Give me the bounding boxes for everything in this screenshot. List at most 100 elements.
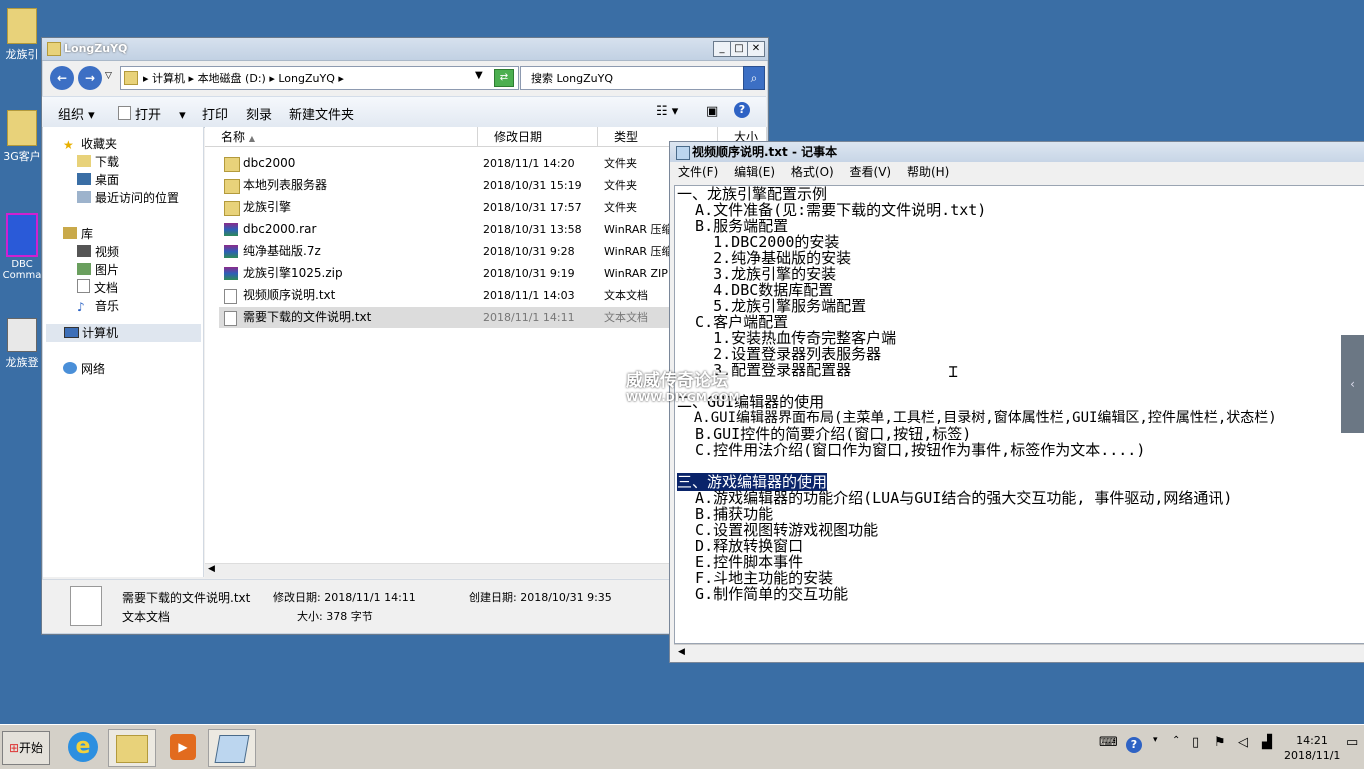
clock[interactable]: 14:21 2018/11/1	[1284, 733, 1340, 763]
scroll-left-icon[interactable]: ◀	[208, 564, 215, 574]
folder-icon	[124, 71, 138, 85]
desktop-icon-dbc-commander[interactable]: DBC Comma	[0, 213, 44, 281]
keyboard-icon[interactable]: ⌨	[1099, 735, 1118, 750]
show-desktop-icon[interactable]: ▭	[1346, 735, 1358, 750]
clock-date: 2018/11/1	[1284, 749, 1341, 762]
window-title: LongZuYQ	[64, 42, 128, 55]
action-center-flag-icon[interactable]: ⚑	[1214, 735, 1226, 750]
nav-downloads[interactable]: 下载	[77, 153, 119, 170]
search-button[interactable]: ⌕	[743, 66, 765, 90]
text-file-icon	[224, 311, 237, 326]
desktop-icon-3g-client[interactable]: 3G客户	[0, 110, 44, 164]
navigation-pane: ★ 收藏夹 下载 桌面 最近访问的位置 库 视频 图片 文档 ♪ 音乐 计算机 网络	[43, 127, 204, 577]
open-button[interactable]: 打开 ▾	[118, 104, 186, 123]
menu-format[interactable]: 格式(O)	[791, 165, 834, 179]
breadcrumb-item[interactable]: 本地磁盘 (D:)	[198, 72, 266, 85]
video-icon	[77, 245, 91, 257]
desktop-icon	[77, 173, 91, 185]
menu-file[interactable]: 文件(F)	[678, 165, 718, 179]
nav-desktop[interactable]: 桌面	[77, 171, 119, 188]
scroll-left-icon[interactable]: ◀	[678, 647, 685, 657]
view-options-icon[interactable]: ☷ ▾	[656, 104, 678, 119]
taskbar-media-player[interactable]: ▶	[160, 729, 206, 765]
breadcrumb-item[interactable]: LongZuYQ	[278, 72, 335, 85]
notepad-text-area[interactable]: 一、龙族引擎配置示例 A.文件准备(见:需要下载的文件说明.txt) B.服务端…	[674, 185, 1364, 644]
minimize-button[interactable]: _	[713, 41, 731, 57]
show-hidden-icons-icon[interactable]: ⌃	[1172, 735, 1180, 746]
nav-music[interactable]: ♪ 音乐	[77, 297, 119, 314]
address-dropdown-icon[interactable]: ▼	[475, 70, 483, 81]
new-folder-button[interactable]: 新建文件夹	[289, 104, 354, 123]
menu-view[interactable]: 查看(V)	[850, 165, 892, 179]
search-input[interactable]: 搜索 LongZuYQ	[520, 66, 744, 90]
desktop-icon-label: 龙族登	[5, 356, 39, 369]
watermark-title: 威威传奇论坛	[626, 371, 728, 391]
text-line: 4.DBC数据库配置	[677, 281, 834, 299]
text-line: B.服务端配置	[677, 217, 789, 235]
nav-pictures[interactable]: 图片	[77, 261, 119, 278]
nav-recent-places[interactable]: 最近访问的位置	[77, 189, 179, 206]
menu-help[interactable]: 帮助(H)	[907, 165, 949, 179]
notepad-titlebar[interactable]: 视频顺序说明.txt - 记事本	[670, 142, 1364, 162]
volume-icon[interactable]: ◁	[1238, 735, 1248, 750]
menu-edit[interactable]: 编辑(E)	[734, 165, 775, 179]
column-header-modified[interactable]: 修改日期	[478, 127, 598, 147]
nav-computer[interactable]: 计算机	[46, 324, 201, 342]
explorer-titlebar[interactable]: LongZuYQ _ □ ✕	[42, 38, 768, 61]
nav-libraries[interactable]: 库	[63, 225, 93, 242]
nav-documents[interactable]: 文档	[77, 279, 118, 296]
organize-button[interactable]: 组织 ▾	[58, 104, 95, 123]
recent-pages-dropdown-icon[interactable]: ▽	[105, 71, 112, 81]
taskbar-internet-explorer[interactable]: e	[60, 729, 106, 765]
folder-icon	[47, 42, 61, 56]
burn-button[interactable]: 刻录	[246, 104, 272, 123]
text-line: 2.设置登录器列表服务器	[677, 345, 882, 363]
refresh-button[interactable]: ⇄	[494, 69, 514, 87]
text-line: A.GUI编辑器界面布局(主菜单,工具栏,目录树,窗体属性栏,GUI编辑区,控件…	[677, 410, 1277, 426]
back-button[interactable]: ←	[50, 66, 74, 90]
address-bar[interactable]: ▸ 计算机 ▸ 本地磁盘 (D:) ▸ LongZuYQ ▸ ▼	[120, 66, 519, 90]
winrar-archive-icon	[224, 267, 238, 280]
nav-videos[interactable]: 视频	[77, 243, 119, 260]
search-placeholder: 搜索 LongZuYQ	[531, 72, 614, 85]
breadcrumb-item[interactable]: 计算机	[152, 72, 185, 85]
side-panel-toggle[interactable]: ‹	[1341, 335, 1364, 433]
picture-icon	[77, 263, 91, 275]
text-line: F.斗地主功能的安装	[677, 569, 834, 587]
notepad-icon	[676, 146, 690, 160]
text-line: 2.纯净基础版的安装	[677, 249, 852, 267]
details-type: 文本文档	[122, 610, 171, 624]
breadcrumb[interactable]: ▸ 计算机 ▸ 本地磁盘 (D:) ▸ LongZuYQ ▸	[143, 70, 344, 86]
battery-icon[interactable]: ▯	[1192, 735, 1199, 750]
folder-icon	[224, 157, 240, 172]
details-size: 大小: 378 字节	[297, 610, 373, 623]
nav-favorites[interactable]: ★ 收藏夹	[63, 135, 117, 152]
maximize-button[interactable]: □	[730, 41, 748, 57]
watermark-url: WWW.DIYGM.COM	[626, 391, 740, 404]
network-icon[interactable]: ▟	[1262, 735, 1272, 750]
desktop-icon-longzu-engine[interactable]: 龙族引	[0, 8, 44, 62]
details-modified: 修改日期: 2018/11/1 14:11	[273, 591, 416, 604]
close-button[interactable]: ✕	[747, 41, 765, 57]
desktop-icon-longzu-login[interactable]: 龙族登	[0, 318, 44, 370]
preview-pane-icon[interactable]: ▣	[706, 104, 718, 119]
nav-network[interactable]: 网络	[63, 360, 105, 377]
desktop-icon-label: DBC Comma	[2, 259, 42, 281]
text-line-selected: 三、游戏编辑器的使用	[677, 473, 828, 491]
language-bar-arrow-icon[interactable]: ▾	[1153, 735, 1158, 745]
horizontal-scrollbar[interactable]: ◀	[674, 644, 1364, 662]
text-cursor-icon: Ɪ	[949, 363, 958, 381]
file-icon	[118, 106, 131, 120]
print-button[interactable]: 打印	[202, 104, 228, 123]
library-icon	[63, 227, 77, 239]
help-icon[interactable]: ?	[734, 102, 750, 118]
details-filename: 需要下载的文件说明.txt	[122, 591, 251, 605]
help-icon[interactable]: ?	[1126, 737, 1142, 753]
start-button[interactable]: ⊞开始	[2, 731, 50, 765]
text-line: B.捕获功能	[677, 505, 774, 523]
taskbar-explorer[interactable]	[108, 729, 156, 767]
taskbar-notepad[interactable]	[208, 729, 256, 767]
column-header-name[interactable]: 名称 ▲	[205, 127, 478, 147]
forward-button[interactable]: →	[78, 66, 102, 90]
text-line: 1.安装热血传奇完整客户端	[677, 329, 897, 347]
